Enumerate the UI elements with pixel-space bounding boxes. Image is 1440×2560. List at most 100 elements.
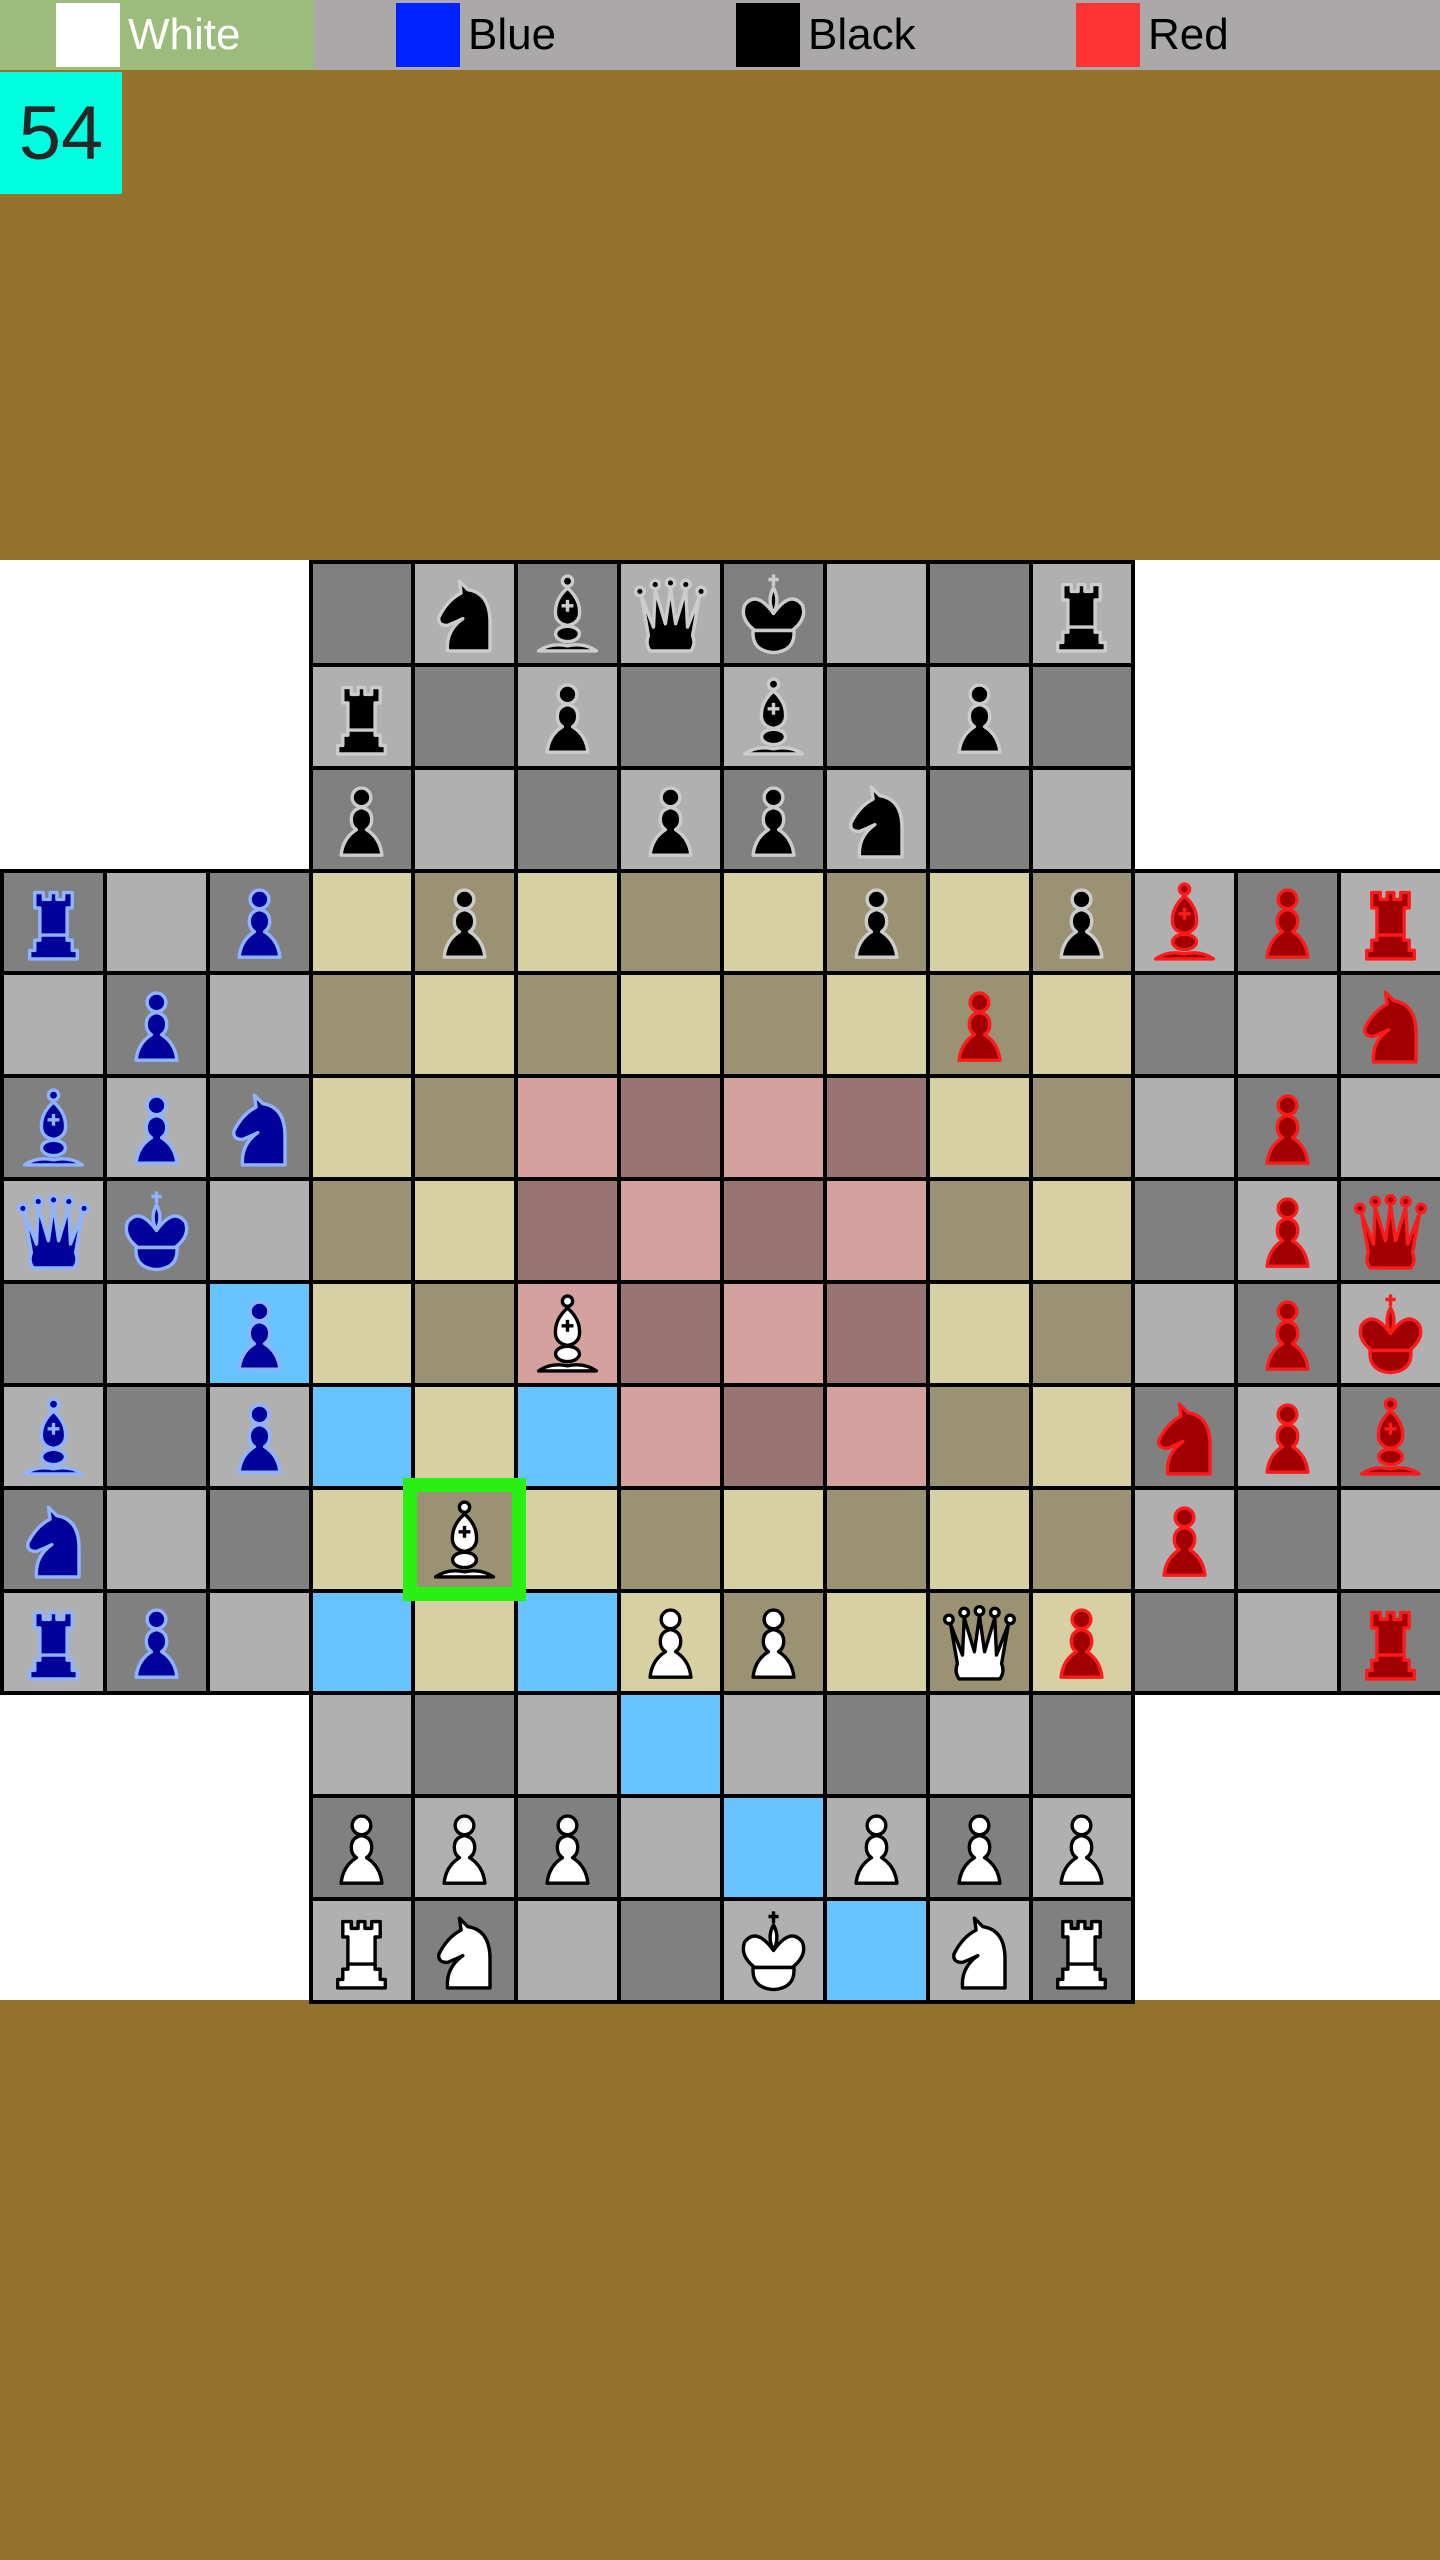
red-pawn-icon[interactable] xyxy=(1245,879,1330,964)
board-square[interactable] xyxy=(822,765,930,873)
board-square[interactable] xyxy=(617,765,724,873)
board-square[interactable] xyxy=(514,1691,622,1799)
blue-bishop-icon[interactable] xyxy=(11,1394,96,1479)
red-rook-icon[interactable] xyxy=(1348,1599,1433,1684)
board-square[interactable] xyxy=(0,1280,107,1387)
board-square[interactable] xyxy=(308,765,416,873)
board-square[interactable] xyxy=(1028,1382,1136,1490)
red-knight-icon[interactable] xyxy=(1348,982,1433,1067)
board-square[interactable] xyxy=(1337,1588,1440,1696)
board-square[interactable] xyxy=(102,1074,210,1182)
board-square[interactable] xyxy=(308,971,416,1079)
board-square[interactable] xyxy=(514,765,622,873)
board-square[interactable] xyxy=(822,971,930,1079)
black-pawn-icon[interactable] xyxy=(422,879,507,964)
black-bishop-icon[interactable] xyxy=(525,571,610,656)
board-square[interactable] xyxy=(411,1897,519,2004)
board-square[interactable] xyxy=(1337,1074,1440,1182)
board-square[interactable] xyxy=(308,1177,416,1284)
black-pawn-icon[interactable] xyxy=(319,777,404,862)
board-square[interactable] xyxy=(0,1074,107,1182)
white-bishop-icon[interactable] xyxy=(422,1497,507,1582)
board-square[interactable] xyxy=(1234,1177,1342,1284)
player-blue[interactable]: Blue xyxy=(340,0,654,70)
board-square[interactable] xyxy=(720,1382,827,1490)
red-bishop-icon[interactable] xyxy=(1142,879,1227,964)
red-pawn-icon[interactable] xyxy=(1142,1497,1227,1582)
board-square[interactable] xyxy=(514,1897,622,2004)
white-queen-icon[interactable] xyxy=(937,1599,1022,1684)
board-square[interactable] xyxy=(205,1382,313,1490)
board-square[interactable] xyxy=(411,1588,519,1696)
board-square[interactable] xyxy=(617,1485,724,1593)
board-square[interactable] xyxy=(514,662,622,770)
board-square[interactable] xyxy=(822,1177,930,1284)
board-square[interactable] xyxy=(1028,1280,1136,1387)
board-square[interactable] xyxy=(308,1691,416,1799)
board-square[interactable] xyxy=(514,971,622,1079)
board-square[interactable] xyxy=(1028,1588,1136,1696)
board-square[interactable] xyxy=(1234,1485,1342,1593)
board-square[interactable] xyxy=(1028,1691,1136,1799)
board-square[interactable] xyxy=(1131,1074,1239,1182)
black-pawn-icon[interactable] xyxy=(731,777,816,862)
black-pawn-icon[interactable] xyxy=(834,879,919,964)
board-square[interactable] xyxy=(822,1280,930,1387)
board-square[interactable] xyxy=(822,1485,930,1593)
blue-pawn-icon[interactable] xyxy=(217,1291,302,1376)
board-square-move-target[interactable] xyxy=(514,1382,622,1490)
white-pawn-icon[interactable] xyxy=(628,1599,713,1684)
board-square[interactable] xyxy=(822,560,930,667)
white-pawn-icon[interactable] xyxy=(1039,1805,1124,1890)
board-square[interactable] xyxy=(411,1691,519,1799)
board-square[interactable] xyxy=(1131,868,1239,976)
board-square[interactable] xyxy=(514,560,622,667)
white-knight-icon[interactable] xyxy=(422,1908,507,1993)
board-square[interactable] xyxy=(0,1177,107,1284)
board-square-move-target[interactable] xyxy=(308,1588,416,1696)
board-square[interactable] xyxy=(1337,971,1440,1079)
board-square[interactable] xyxy=(514,868,622,976)
red-rook-icon[interactable] xyxy=(1348,879,1433,964)
board-square[interactable] xyxy=(617,868,724,976)
board-square[interactable] xyxy=(1234,1382,1342,1490)
board-square[interactable] xyxy=(720,765,827,873)
red-queen-icon[interactable] xyxy=(1348,1188,1433,1273)
blue-pawn-icon[interactable] xyxy=(217,879,302,964)
white-knight-icon[interactable] xyxy=(937,1908,1022,1993)
black-pawn-icon[interactable] xyxy=(1039,879,1124,964)
board-square-move-target[interactable] xyxy=(514,1588,622,1696)
red-pawn-icon[interactable] xyxy=(937,982,1022,1067)
blue-queen-icon[interactable] xyxy=(11,1188,96,1273)
board-square[interactable] xyxy=(720,1485,827,1593)
board-square[interactable] xyxy=(205,1485,313,1593)
board-square[interactable] xyxy=(617,560,724,667)
white-pawn-icon[interactable] xyxy=(834,1805,919,1890)
board-square[interactable] xyxy=(411,971,519,1079)
board-square[interactable] xyxy=(205,1588,313,1696)
board-square-move-target[interactable] xyxy=(205,1280,313,1387)
board-square[interactable] xyxy=(822,1588,930,1696)
board-square[interactable] xyxy=(205,1177,313,1284)
red-bishop-icon[interactable] xyxy=(1348,1394,1433,1479)
blue-king-icon[interactable] xyxy=(114,1188,199,1273)
board-square[interactable] xyxy=(1337,1382,1440,1490)
board-square[interactable] xyxy=(822,868,930,976)
board-square-move-target[interactable] xyxy=(822,1897,930,2004)
board-square[interactable] xyxy=(720,662,827,770)
board-square[interactable] xyxy=(822,1794,930,1902)
board-square[interactable] xyxy=(102,1177,210,1284)
board-square[interactable] xyxy=(1028,1074,1136,1182)
board-square[interactable] xyxy=(1131,1280,1239,1387)
red-pawn-icon[interactable] xyxy=(1245,1188,1330,1273)
black-pawn-icon[interactable] xyxy=(937,674,1022,759)
board-square[interactable] xyxy=(205,868,313,976)
board-square[interactable] xyxy=(1131,1177,1239,1284)
black-king-icon[interactable] xyxy=(731,571,816,656)
red-pawn-icon[interactable] xyxy=(1245,1291,1330,1376)
board-square[interactable] xyxy=(0,868,107,976)
board-square[interactable] xyxy=(925,1074,1033,1182)
board-square[interactable] xyxy=(617,1074,724,1182)
board-square[interactable] xyxy=(925,560,1033,667)
board-square[interactable] xyxy=(102,971,210,1079)
